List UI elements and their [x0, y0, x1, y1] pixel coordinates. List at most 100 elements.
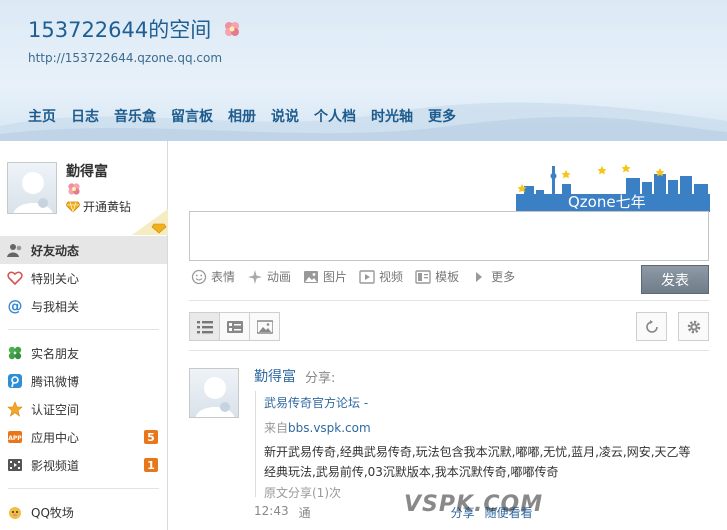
- vip-link[interactable]: 开通黄钻: [66, 198, 131, 215]
- feed-action-text: 分享:: [305, 371, 336, 386]
- card-icon: [226, 320, 243, 333]
- composer-toolbar: 表情 动画 图片 视频 模板 更多: [191, 268, 527, 285]
- avatar[interactable]: [7, 162, 57, 214]
- at-icon: @: [7, 297, 23, 315]
- farm-icon: [6, 503, 24, 521]
- clover-icon: [6, 344, 24, 362]
- sidebar-menu: 好友动态 特别关心 @ 与我相关 实名朋友 腾讯微博 认证空间 APP 应用中心…: [0, 236, 167, 526]
- picture-icon: [303, 269, 319, 285]
- app-center-count-badge: 5: [144, 430, 158, 444]
- tool-template[interactable]: 模板: [415, 268, 459, 285]
- feed-avatar[interactable]: [189, 368, 239, 418]
- refresh-button[interactable]: [636, 312, 667, 341]
- sidebar-item-label: 实名朋友: [31, 346, 80, 361]
- sidebar-item-app-center[interactable]: APP 应用中心 5: [0, 423, 167, 451]
- post-input[interactable]: [189, 211, 709, 261]
- space-url[interactable]: http://153722644.qzone.qq.com: [28, 51, 222, 65]
- vip-label: 开通黄钻: [83, 200, 132, 214]
- source-prefix: 来自: [264, 421, 289, 435]
- shared-source: 来自bbs.vspk.com: [264, 419, 695, 436]
- tool-emoji[interactable]: 表情: [191, 268, 235, 285]
- sidebar-item-video-channel[interactable]: 影视频道 1: [0, 451, 167, 479]
- nav-blog[interactable]: 日志: [71, 106, 99, 126]
- nav-guestbook[interactable]: 留言板: [171, 106, 213, 126]
- sidebar-item-label: 认证空间: [31, 402, 80, 417]
- flower-icon[interactable]: [66, 181, 82, 197]
- qzone-anniversary-banner[interactable]: Qzone七年: [514, 160, 710, 212]
- smile-icon: [191, 269, 207, 285]
- feed-via: 通: [298, 506, 311, 520]
- sidebar-item-label: QQ牧场: [31, 505, 74, 520]
- view-list-button[interactable]: [189, 312, 220, 341]
- tool-label: 图片: [323, 270, 348, 284]
- sidebar-item-label: 与我相关: [31, 299, 80, 314]
- star-icon: [6, 400, 24, 418]
- video-channel-count-badge: 1: [144, 458, 158, 472]
- list-icon: [196, 320, 213, 333]
- film-icon: [6, 456, 24, 474]
- header: 153722644的空间 http://153722644.qzone.qq.c…: [0, 0, 727, 141]
- default-avatar-icon: [13, 172, 53, 213]
- sidebar-item-real-name-friends[interactable]: 实名朋友: [0, 339, 167, 367]
- friends-icon: [6, 241, 24, 259]
- feed-time: 12:43: [254, 504, 289, 518]
- nav-talk[interactable]: 说说: [271, 106, 299, 126]
- nav-home[interactable]: 主页: [28, 106, 56, 126]
- feed-author-name[interactable]: 勤得富: [254, 366, 296, 386]
- tool-picture[interactable]: 图片: [303, 268, 347, 285]
- sidebar-item-label: 腾讯微博: [31, 374, 80, 389]
- sidebar-divider: [8, 329, 159, 330]
- svg-text:APP: APP: [8, 435, 22, 442]
- video-icon: [359, 269, 375, 285]
- watermark-logo: VSPK.COM: [404, 492, 544, 517]
- default-avatar-icon: [195, 377, 235, 417]
- sidebar-item-weibo[interactable]: 腾讯微博: [0, 367, 167, 395]
- divider: [189, 300, 709, 301]
- tool-video[interactable]: 视频: [359, 268, 403, 285]
- settings-button[interactable]: [678, 312, 709, 341]
- tool-label: 动画: [267, 270, 292, 284]
- vip-corner-icon[interactable]: [132, 209, 168, 235]
- nav-album[interactable]: 相册: [228, 106, 256, 126]
- nav-more[interactable]: 更多: [428, 106, 456, 126]
- left-sidebar: 勤得富 开通黄钻 好友动态 特别关心 @ 与我相关 实名朋友 腾讯微博 认证空间…: [0, 141, 168, 530]
- main-nav: 主页 日志 音乐盒 留言板 相册 说说 个人档 时光轴 更多: [28, 106, 471, 126]
- view-card-button[interactable]: [219, 312, 250, 341]
- sidebar-item-label: 特别关心: [31, 271, 80, 286]
- divider: [189, 350, 709, 351]
- sidebar-item-label: 影视频道: [31, 458, 80, 473]
- tool-label: 模板: [435, 270, 460, 284]
- sidebar-item-related-to-me[interactable]: @ 与我相关: [0, 292, 167, 320]
- space-title: 153722644的空间: [28, 18, 212, 42]
- app-icon: APP: [6, 428, 24, 446]
- nav-timeline[interactable]: 时光轴: [371, 106, 413, 126]
- diamond-icon: [66, 201, 80, 213]
- shared-title[interactable]: 武易传奇官方论坛 -: [264, 394, 695, 411]
- profile-name[interactable]: 勤得富: [66, 161, 108, 181]
- shared-body: 新开武易传奇,经典武易传奇,玩法包含我本沉默,嘟嘟,无忧,蓝月,凌云,网安,天乙…: [264, 445, 691, 479]
- sidebar-item-label: 好友动态: [31, 243, 80, 258]
- sidebar-item-friends-feed[interactable]: 好友动态: [0, 236, 167, 264]
- triangle-right-icon: [471, 269, 487, 285]
- sidebar-item-qq-farm[interactable]: QQ牧场: [0, 498, 167, 526]
- sidebar-item-label: 应用中心: [31, 430, 80, 445]
- heart-icon: [6, 269, 24, 287]
- tool-label: 表情: [211, 270, 236, 284]
- tool-animation[interactable]: 动画: [247, 268, 291, 285]
- view-photo-button[interactable]: [249, 312, 280, 341]
- shared-content: 武易传奇官方论坛 - 来自bbs.vspk.com 新开武易传奇,经典武易传奇,…: [255, 391, 695, 500]
- tool-label: 更多: [491, 270, 516, 284]
- flower-icon[interactable]: [222, 19, 242, 39]
- source-link[interactable]: bbs.vspk.com: [288, 421, 371, 435]
- sidebar-divider: [8, 488, 159, 489]
- sidebar-item-certified-space[interactable]: 认证空间: [0, 395, 167, 423]
- tool-more[interactable]: 更多: [471, 268, 515, 285]
- banner-text: Qzone七年: [568, 193, 646, 211]
- nav-profile[interactable]: 个人档: [314, 106, 356, 126]
- sparkle-icon: [247, 269, 263, 285]
- publish-button[interactable]: 发表: [641, 265, 709, 294]
- weibo-icon: [6, 372, 24, 390]
- template-icon: [415, 269, 431, 285]
- sidebar-item-special-care[interactable]: 特别关心: [0, 264, 167, 292]
- nav-music[interactable]: 音乐盒: [114, 106, 156, 126]
